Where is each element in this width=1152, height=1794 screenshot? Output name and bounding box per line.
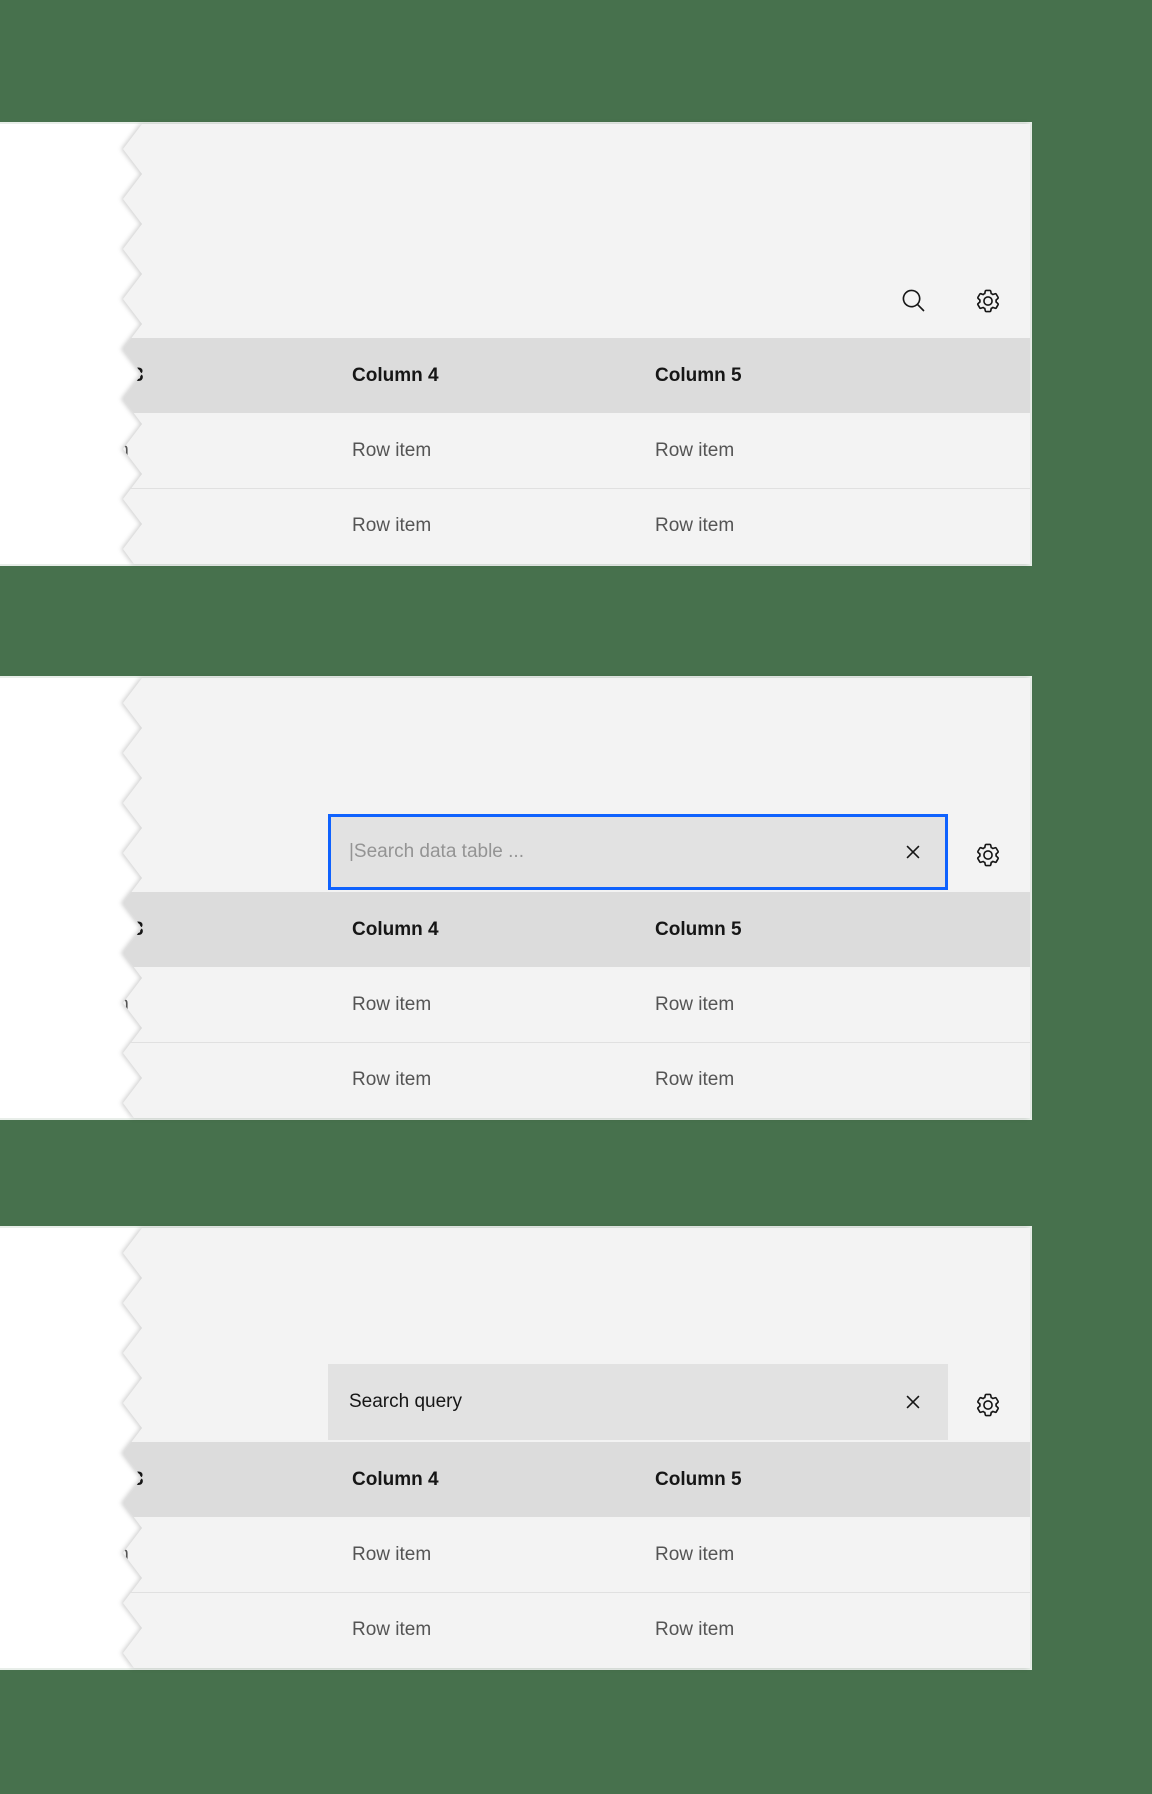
gear-icon — [976, 289, 1000, 313]
table-header-row: 3 Column 4 Column 5 — [123, 1442, 1030, 1517]
table-cell: Row item — [655, 993, 735, 1015]
column-header-4: Column 4 — [352, 918, 439, 940]
page-background: { "page": { "background_color": "#47714d… — [0, 0, 1152, 1794]
settings-button[interactable] — [975, 1392, 1001, 1418]
table-cell: Row item — [655, 515, 735, 536]
table-row[interactable]: m Row item Row item — [123, 967, 1030, 1042]
search-icon — [902, 289, 925, 312]
close-icon — [906, 845, 920, 859]
datatable-panel-search-populated: 3 Column 4 Column 5 m Row item Row item … — [0, 1228, 1030, 1668]
table-cell: Row item — [655, 1069, 735, 1090]
clipped-column3-fragment: 3 — [133, 918, 144, 940]
torn-paper-strip — [0, 1228, 142, 1668]
search-input[interactable] — [328, 1364, 948, 1440]
table-cell: Row item — [352, 993, 432, 1015]
torn-paper-strip — [0, 678, 142, 1118]
column-header-5: Column 5 — [655, 364, 742, 386]
table-cell: Row item — [655, 1543, 735, 1565]
panel-body-wrap: 3 Column 4 Column 5 m Row item Row item … — [123, 124, 1030, 564]
table-cell: Row item — [655, 1619, 735, 1640]
toolbar-search-box — [328, 1364, 948, 1440]
datatable-card: 3 Column 4 Column 5 m Row item Row item … — [123, 1228, 1030, 1668]
table-cell: Row item — [352, 1543, 432, 1565]
settings-button[interactable] — [975, 288, 1001, 314]
table-row[interactable]: m Row item Row item — [123, 1592, 1030, 1667]
table-cell: Row item — [352, 515, 432, 536]
gear-icon — [976, 1393, 1000, 1417]
table-cell: Row item — [352, 1069, 432, 1090]
table-header-row: 3 Column 4 Column 5 — [123, 338, 1030, 413]
table-cell: Row item — [352, 1619, 432, 1640]
search-button[interactable] — [901, 288, 927, 314]
datatable-panel-search-collapsed: 3 Column 4 Column 5 m Row item Row item … — [0, 124, 1030, 564]
table-row[interactable]: m Row item Row item — [123, 488, 1030, 563]
column-header-4: Column 4 — [352, 364, 439, 386]
panel-body-wrap: 3 Column 4 Column 5 m Row item Row item … — [123, 1228, 1030, 1668]
table-row[interactable]: m Row item Row item — [123, 1042, 1030, 1117]
panel-body-wrap: 3 Column 4 Column 5 m Row item Row item … — [123, 678, 1030, 1118]
clear-search-button[interactable] — [900, 839, 926, 865]
clipped-column3-fragment: 3 — [133, 1468, 144, 1490]
table-cell: Row item — [655, 439, 735, 461]
datatable-panel-search-active: 3 Column 4 Column 5 m Row item Row item … — [0, 678, 1030, 1118]
search-input[interactable] — [328, 814, 948, 890]
settings-button[interactable] — [975, 842, 1001, 868]
datatable-card: 3 Column 4 Column 5 m Row item Row item … — [123, 678, 1030, 1118]
clear-search-button[interactable] — [900, 1389, 926, 1415]
datatable-card: 3 Column 4 Column 5 m Row item Row item … — [123, 124, 1030, 564]
clipped-column3-fragment: 3 — [133, 364, 144, 386]
column-header-4: Column 4 — [352, 1468, 439, 1490]
toolbar-search-box — [328, 814, 948, 890]
torn-paper-strip — [0, 124, 142, 564]
column-header-5: Column 5 — [655, 1468, 742, 1490]
table-row[interactable]: m Row item Row item — [123, 413, 1030, 488]
table-cell: Row item — [352, 439, 432, 461]
table-row[interactable]: m Row item Row item — [123, 1517, 1030, 1592]
close-icon — [906, 1395, 920, 1409]
gear-icon — [976, 843, 1000, 867]
column-header-5: Column 5 — [655, 918, 742, 940]
table-header-row: 3 Column 4 Column 5 — [123, 892, 1030, 967]
